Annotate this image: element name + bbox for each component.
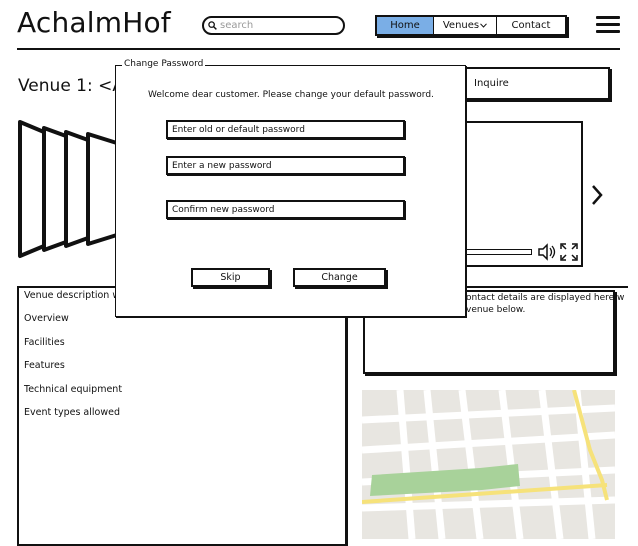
- search-input[interactable]: search: [202, 16, 345, 35]
- search-placeholder: search: [220, 20, 254, 31]
- description-heading: Venue description wi: [24, 290, 123, 301]
- location-map[interactable]: [362, 390, 615, 539]
- section-facilities[interactable]: Facilities: [24, 337, 65, 348]
- volume-icon[interactable]: [537, 243, 557, 261]
- section-overview[interactable]: Overview: [24, 313, 69, 324]
- confirm-password-field[interactable]: Confirm new password: [166, 200, 405, 219]
- section-event-types[interactable]: Event types allowed: [24, 407, 120, 418]
- dialog-title: Change Password: [122, 59, 206, 69]
- change-password-dialog: [115, 65, 466, 317]
- nav-home[interactable]: Home: [377, 17, 434, 34]
- section-technical-equipment[interactable]: Technical equipment: [24, 384, 122, 395]
- page-title: Venue 1: <Ac: [18, 76, 118, 96]
- fullscreen-icon[interactable]: [560, 243, 578, 261]
- dialog-welcome-text: Welcome dear customer. Please change you…: [148, 90, 434, 100]
- skip-button[interactable]: Skip: [191, 268, 270, 287]
- video-progress-bar[interactable]: [464, 249, 532, 255]
- contact-text-line1: ontact details are displayed here w: [466, 293, 625, 303]
- site-logo[interactable]: AchalmHof: [17, 6, 171, 39]
- nav-venues-label: Venues: [442, 20, 480, 31]
- old-password-field[interactable]: Enter old or default password: [166, 120, 405, 139]
- section-features[interactable]: Features: [24, 360, 65, 371]
- search-icon: [208, 21, 217, 30]
- main-nav: Home Venues Contact: [375, 15, 567, 36]
- change-button[interactable]: Change: [293, 268, 386, 287]
- image-gallery[interactable]: [16, 118, 126, 260]
- contact-text-line2: venue below.: [466, 305, 526, 315]
- chevron-down-icon: [480, 23, 487, 28]
- chevron-right-icon[interactable]: [590, 183, 604, 207]
- video-player[interactable]: [462, 121, 583, 267]
- nav-venues[interactable]: Venues: [434, 17, 497, 34]
- header-divider: [17, 48, 620, 50]
- menu-icon[interactable]: [596, 16, 620, 34]
- inquire-button[interactable]: Inquire: [462, 67, 610, 100]
- nav-contact[interactable]: Contact: [497, 17, 565, 34]
- new-password-field[interactable]: Enter a new password: [166, 156, 405, 175]
